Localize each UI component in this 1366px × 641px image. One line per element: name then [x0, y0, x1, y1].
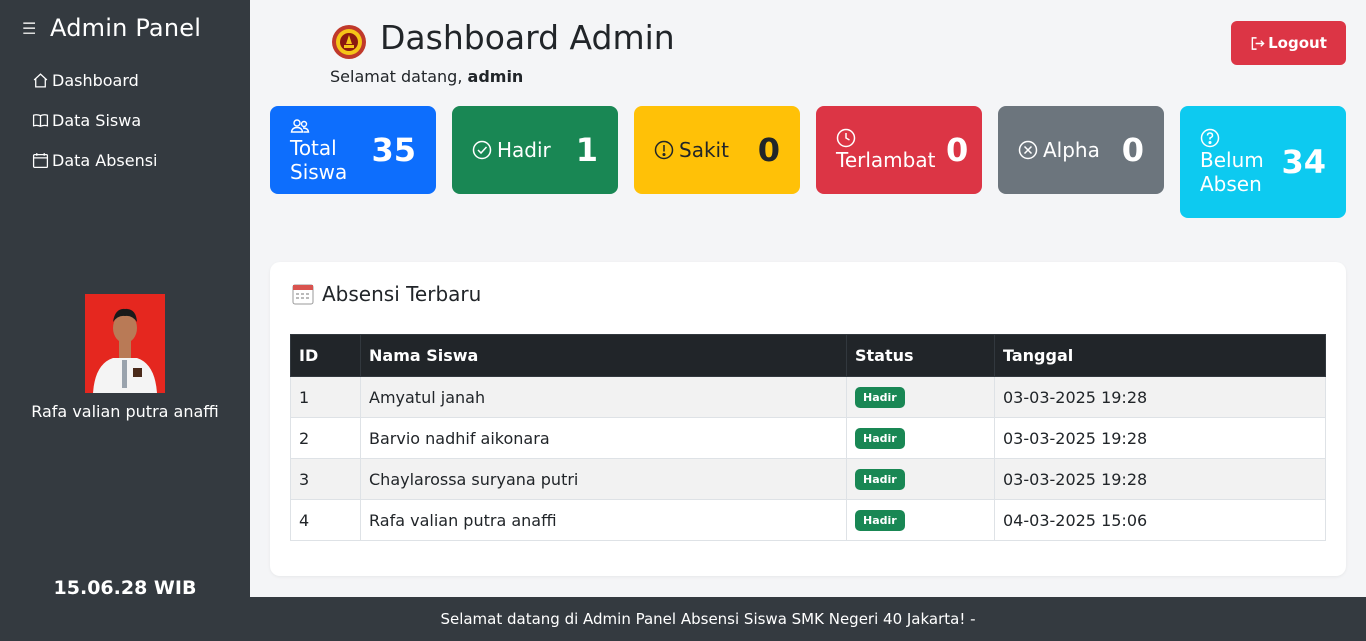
stat-value: 0 — [946, 131, 969, 169]
people-icon — [290, 119, 310, 133]
recent-attendance-panel: Absensi Terbaru ID Nama Siswa Status Tan… — [270, 262, 1346, 576]
stat-value: 0 — [1121, 131, 1144, 169]
profile-photo — [85, 294, 165, 393]
welcome-prefix: Selamat datang, — [330, 67, 463, 86]
stat-value: 34 — [1281, 143, 1326, 181]
table-row: 2 Barvio nadhif aikonara Hadir 03-03-202… — [290, 417, 1326, 459]
book-icon — [32, 113, 49, 127]
sidebar-title: Admin Panel — [50, 14, 202, 42]
cell-name: Chaylarossa suryana putri — [360, 458, 847, 500]
attendance-table: ID Nama Siswa Status Tanggal 1 Amyatul j… — [290, 334, 1326, 541]
cell-date: 03-03-2025 19:28 — [994, 417, 1326, 459]
table-row: 4 Rafa valian putra anaffi Hadir 04-03-2… — [290, 499, 1326, 541]
logout-icon — [1251, 36, 1265, 50]
table-header-row: ID Nama Siswa Status Tanggal — [290, 334, 1326, 377]
cell-name: Barvio nadhif aikonara — [360, 417, 847, 459]
stat-card-alpha: Alpha 0 — [998, 106, 1164, 194]
stat-label: Belum Absen — [1200, 148, 1264, 196]
check-circle-icon — [472, 140, 492, 160]
cell-status: Hadir — [846, 376, 995, 418]
logout-label: Logout — [1268, 34, 1327, 52]
stat-card-sakit: Sakit 0 — [634, 106, 800, 194]
stat-card-terlambat: Terlambat 0 — [816, 106, 982, 194]
clock: 15.06.28 WIB — [53, 577, 197, 599]
cell-id: 4 — [290, 499, 361, 541]
column-header: Status — [846, 334, 995, 377]
sidebar-item-data-siswa[interactable]: Data Siswa — [32, 108, 158, 132]
cell-date: 04-03-2025 15:06 — [994, 499, 1326, 541]
footer-marquee: Selamat datang di Admin Panel Absensi Si… — [0, 597, 1366, 641]
status-badge: Hadir — [855, 469, 905, 490]
status-badge: Hadir — [855, 387, 905, 408]
cell-id: 3 — [290, 458, 361, 500]
hamburger-icon[interactable]: ☰ — [22, 19, 50, 38]
stat-label: Hadir — [497, 138, 551, 162]
panel-title-text: Absensi Terbaru — [322, 282, 482, 306]
cell-status: Hadir — [846, 499, 995, 541]
sidebar-brand: ☰ Admin Panel — [22, 14, 201, 42]
column-header: Tanggal — [994, 334, 1326, 377]
table-row: 3 Chaylarossa suryana putri Hadir 03-03-… — [290, 458, 1326, 500]
page-title: Dashboard Admin — [380, 18, 675, 57]
stat-value: 1 — [575, 131, 598, 169]
cell-id: 1 — [290, 376, 361, 418]
stat-card-belum-absen: Belum Absen 34 — [1180, 106, 1346, 218]
x-circle-icon — [1018, 140, 1038, 160]
sidebar-item-label: Data Siswa — [52, 110, 142, 130]
stat-label: Alpha — [1043, 138, 1100, 162]
cell-date: 03-03-2025 19:28 — [994, 376, 1326, 418]
sidebar: ☰ Admin Panel Dashboard Data Siswa Data … — [0, 0, 250, 599]
welcome-user: admin — [467, 67, 524, 86]
calendar-icon — [32, 152, 49, 168]
cell-status: Hadir — [846, 417, 995, 459]
marquee-text: Selamat datang di Admin Panel Absensi Si… — [440, 610, 976, 628]
cell-date: 03-03-2025 19:28 — [994, 458, 1326, 500]
column-header: Nama Siswa — [360, 334, 847, 377]
house-icon — [33, 72, 48, 88]
profile-name: Rafa valian putra anaffi — [31, 402, 219, 421]
welcome-text: Selamat datang, admin — [330, 67, 523, 86]
sidebar-item-data-absensi[interactable]: Data Absensi — [32, 148, 158, 172]
status-badge: Hadir — [855, 428, 905, 449]
stat-card-hadir: Hadir 1 — [452, 106, 618, 194]
sidebar-item-dashboard[interactable]: Dashboard — [32, 68, 158, 92]
sidebar-item-label: Dashboard — [52, 70, 139, 90]
clock-icon — [836, 128, 856, 148]
stat-label: Total Siswa — [290, 136, 348, 184]
panel-title: Absensi Terbaru — [292, 282, 481, 306]
stat-value: 0 — [757, 131, 780, 169]
stat-card-total-siswa: Total Siswa 35 — [270, 106, 436, 194]
column-header: ID — [290, 334, 361, 377]
stat-label: Sakit — [679, 138, 729, 162]
exclamation-circle-icon — [654, 140, 674, 160]
stat-label: Terlambat — [836, 148, 936, 172]
cell-name: Rafa valian putra anaffi — [360, 499, 847, 541]
status-badge: Hadir — [855, 510, 905, 531]
cell-name: Amyatul janah — [360, 376, 847, 418]
stat-value: 35 — [371, 131, 416, 169]
cell-status: Hadir — [846, 458, 995, 500]
sidebar-item-label: Data Absensi — [52, 150, 158, 170]
question-circle-icon — [1200, 128, 1220, 148]
table-row: 1 Amyatul janah Hadir 03-03-2025 19:28 — [290, 376, 1326, 418]
logout-button[interactable]: Logout — [1231, 21, 1346, 65]
school-logo — [331, 24, 367, 60]
calendar-icon — [292, 284, 314, 305]
cell-id: 2 — [290, 417, 361, 459]
sidebar-nav: Dashboard Data Siswa Data Absensi — [32, 68, 158, 188]
